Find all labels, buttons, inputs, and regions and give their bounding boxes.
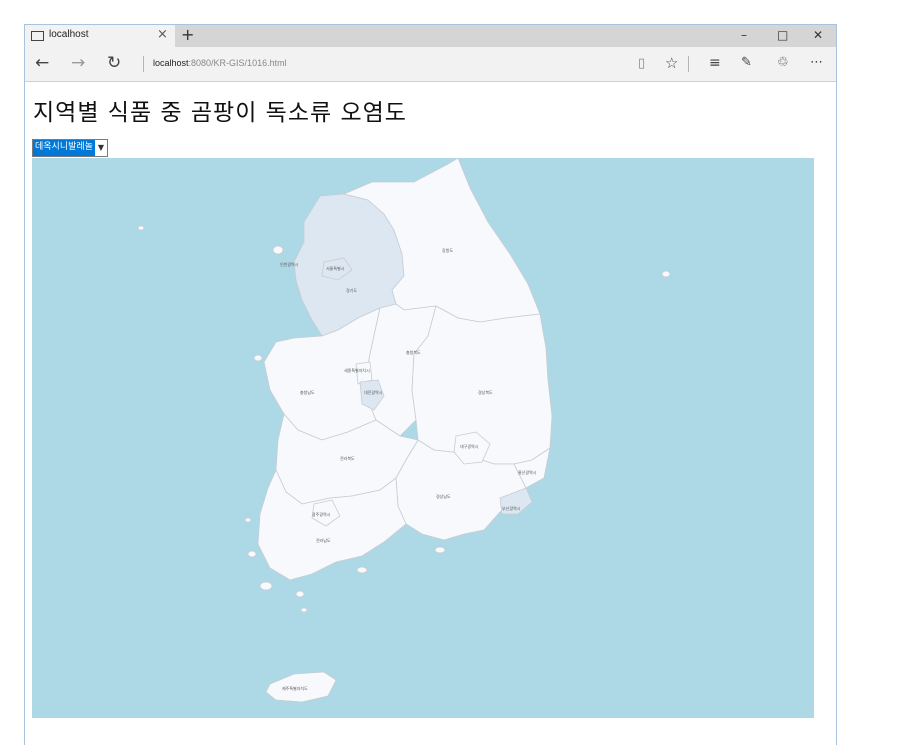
label-jeonbuk: 전라북도 bbox=[340, 455, 355, 461]
close-tab-icon[interactable]: × bbox=[157, 27, 168, 42]
minimize-icon[interactable]: – bbox=[741, 28, 747, 42]
island-west-2 bbox=[272, 245, 284, 255]
island-west-1 bbox=[137, 225, 145, 231]
label-gyeongbuk: 경상북도 bbox=[478, 389, 493, 395]
new-tab-icon[interactable]: + bbox=[181, 25, 194, 44]
address-bar[interactable]: localhost:8080/KR-GIS/1016.html bbox=[153, 58, 287, 68]
label-jeonnam: 전라남도 bbox=[316, 537, 331, 543]
hub-icon[interactable]: ≡ bbox=[709, 55, 721, 71]
more-icon[interactable]: ⋯ bbox=[810, 55, 823, 70]
separator bbox=[143, 56, 144, 72]
label-busan: 부산광역시 bbox=[502, 505, 521, 511]
mycotoxin-select[interactable]: 데옥시니발레놀 ▼ bbox=[32, 139, 108, 157]
map-svg: 인천광역시 서울특별시 경기도 강원도 충청북도 세종특별자치시 대전광역시 충… bbox=[137, 158, 671, 703]
island-south-2 bbox=[295, 590, 305, 598]
island-far-south bbox=[300, 607, 308, 613]
tab-bar: localhost × + – □ ✕ bbox=[25, 25, 836, 47]
url-path: :8080/KR-GIS/1016.html bbox=[188, 58, 287, 68]
navigation-bar: ← → ↻ localhost:8080/KR-GIS/1016.html ▯ … bbox=[25, 47, 836, 82]
chevron-down-icon: ▼ bbox=[97, 143, 105, 152]
label-gangwon: 강원도 bbox=[442, 247, 453, 253]
web-note-icon[interactable]: ✎ bbox=[741, 55, 752, 70]
back-icon[interactable]: ← bbox=[35, 53, 49, 73]
label-ulsan: 울산광역시 bbox=[518, 469, 537, 475]
label-daegu: 대구광역시 bbox=[460, 443, 479, 449]
reading-view-icon[interactable]: ▯ bbox=[638, 56, 645, 71]
label-chungbuk: 충청북도 bbox=[406, 349, 421, 355]
island-south-4 bbox=[434, 546, 446, 554]
label-gyeongnam: 경상남도 bbox=[436, 493, 451, 499]
browser-window: localhost × + – □ ✕ ← → ↻ localhost:8080… bbox=[24, 24, 837, 745]
separator bbox=[688, 56, 689, 72]
label-chungnam: 충청남도 bbox=[300, 389, 315, 395]
island-south-3 bbox=[356, 566, 368, 574]
label-gyeonggi: 경기도 bbox=[346, 287, 357, 293]
label-daejeon: 대전광역시 bbox=[364, 389, 383, 395]
select-value: 데옥시니발레놀 bbox=[33, 140, 95, 156]
maximize-icon[interactable]: □ bbox=[777, 28, 788, 42]
page-title: 지역별 식품 중 곰팡이 독소류 오염도 bbox=[33, 100, 407, 126]
share-icon[interactable]: ♲ bbox=[777, 55, 789, 70]
label-gwangju: 광주광역시 bbox=[312, 511, 331, 517]
label-jeju: 제주특별자치도 bbox=[282, 685, 308, 691]
url-host: localhost bbox=[153, 58, 189, 68]
island-southwest-2 bbox=[244, 517, 252, 523]
korea-map: 인천광역시 서울특별시 경기도 강원도 충청북도 세종특별자치시 대전광역시 충… bbox=[32, 158, 814, 718]
label-seoul: 서울특별시 bbox=[326, 265, 345, 271]
label-incheon: 인천광역시 bbox=[280, 261, 299, 267]
refresh-icon[interactable]: ↻ bbox=[107, 53, 121, 73]
forward-icon[interactable]: → bbox=[71, 53, 85, 73]
tab-localhost[interactable]: localhost × bbox=[25, 25, 175, 47]
island-west-3 bbox=[253, 354, 263, 362]
island-southwest-1 bbox=[247, 550, 257, 558]
island-ulleung bbox=[661, 270, 671, 278]
tab-title: localhost bbox=[49, 29, 89, 40]
favorite-star-icon[interactable]: ☆ bbox=[665, 54, 678, 72]
page-icon bbox=[31, 31, 44, 41]
island-south-1 bbox=[259, 581, 273, 591]
label-sejong: 세종특별자치시 bbox=[344, 367, 370, 373]
close-window-icon[interactable]: ✕ bbox=[813, 28, 823, 42]
